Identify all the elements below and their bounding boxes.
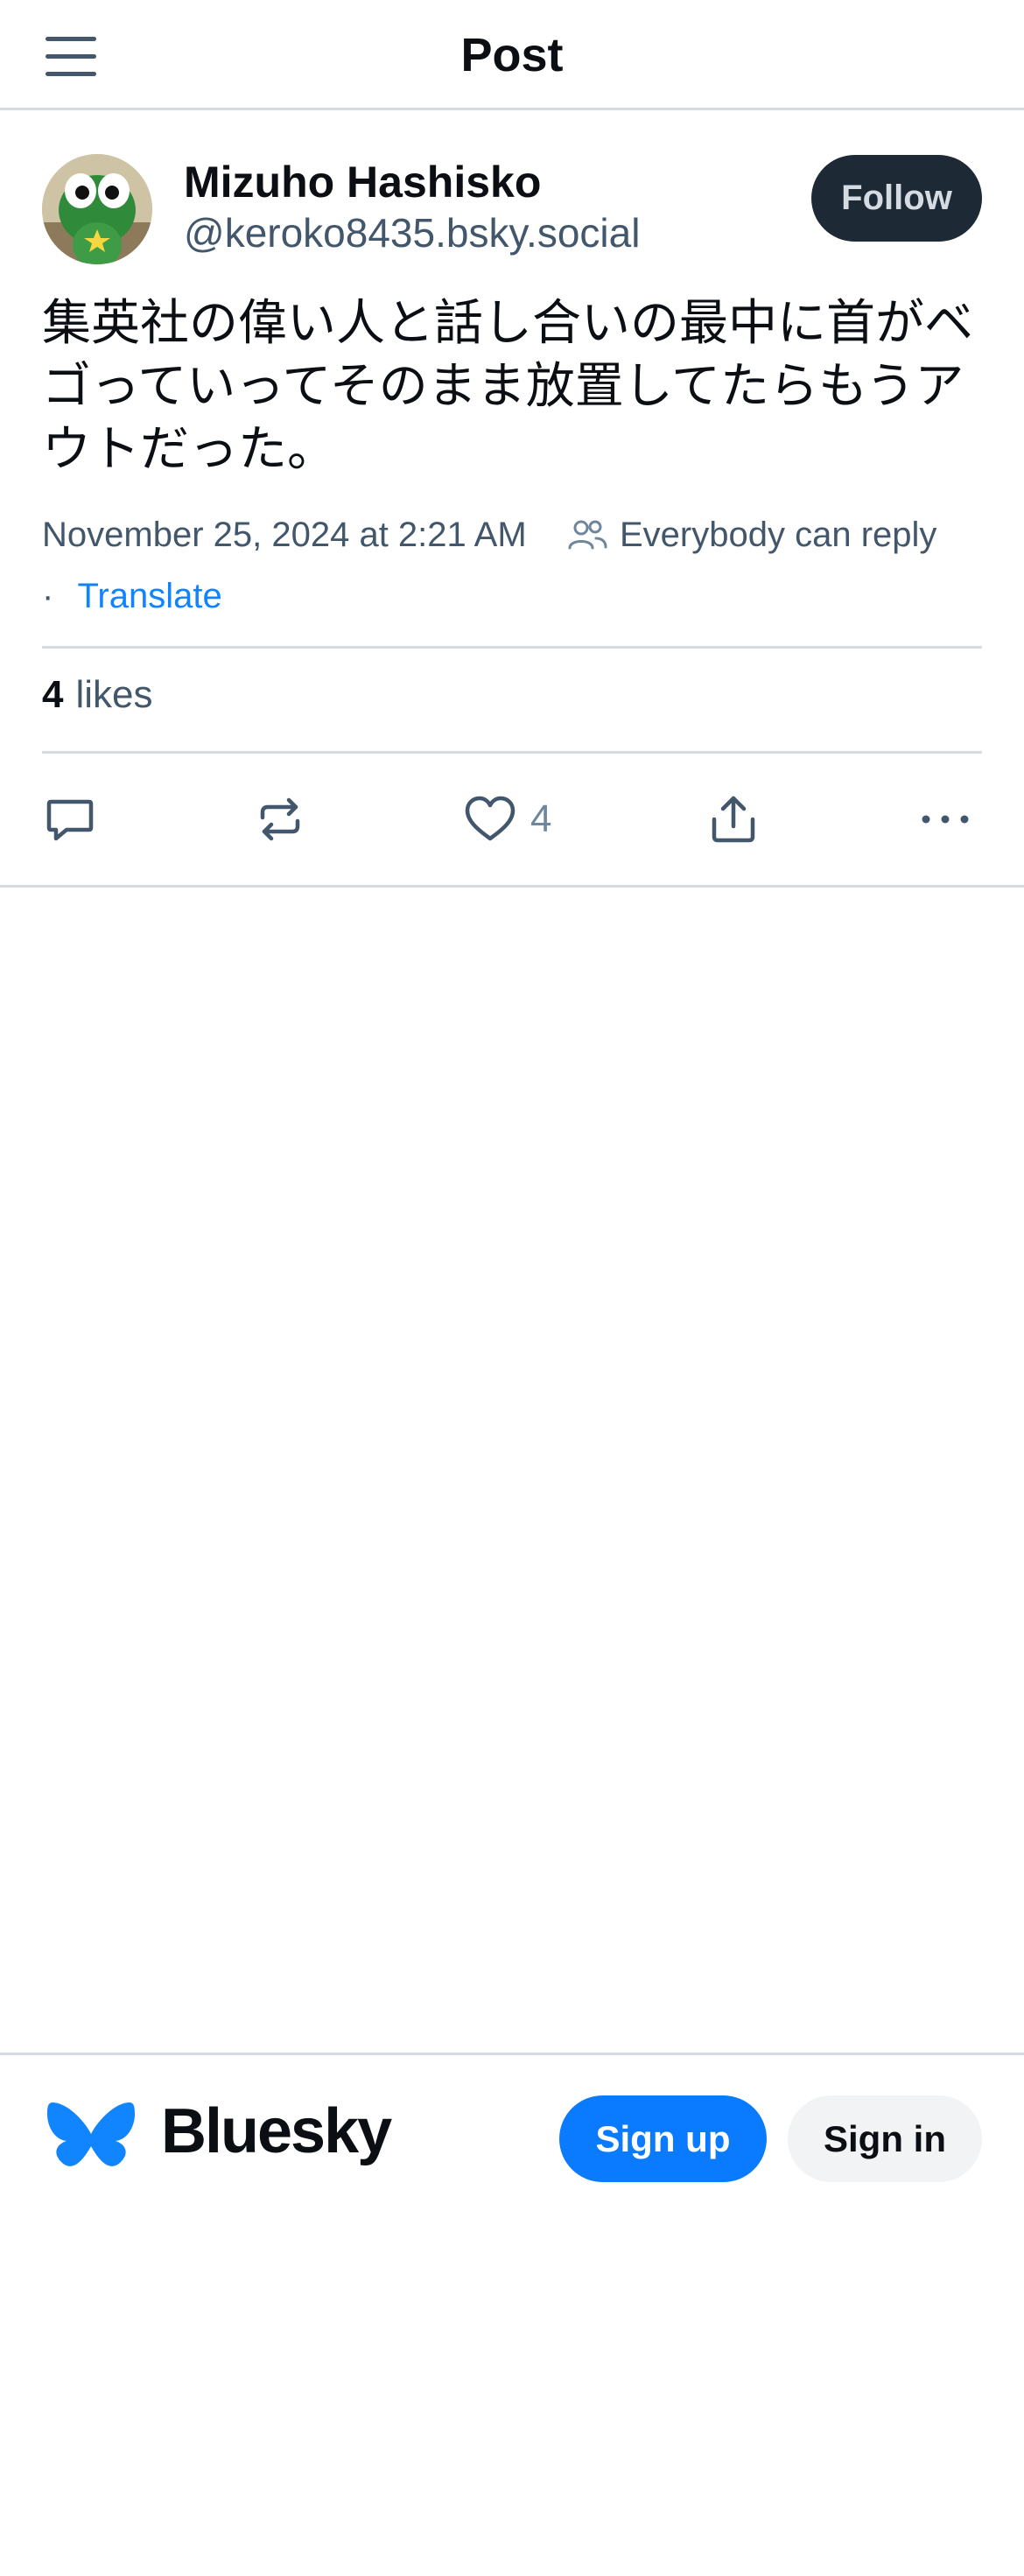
people-icon	[568, 520, 607, 550]
heart-icon	[465, 796, 516, 841]
share-button[interactable]	[705, 784, 761, 854]
share-icon	[712, 796, 755, 843]
repost-icon	[260, 797, 300, 841]
author-handle[interactable]: @keroko8435.bsky.social	[184, 208, 640, 257]
more-options-icon	[922, 815, 969, 824]
divider	[42, 751, 982, 754]
reply-setting[interactable]: Everybody can reply	[567, 513, 936, 557]
follow-button[interactable]: Follow	[811, 155, 982, 242]
repost-button[interactable]	[252, 784, 308, 854]
reply-button[interactable]	[42, 784, 98, 854]
like-button[interactable]: 4	[462, 784, 551, 854]
signup-footer: Bluesky Sign up Sign in	[0, 2053, 1024, 2193]
post-thread-item: Mizuho Hashisko @keroko8435.bsky.social …	[0, 110, 1024, 888]
separator-dot: ·	[42, 577, 54, 615]
likes-count-link[interactable]: 4 likes	[42, 670, 153, 719]
reply-icon	[46, 799, 94, 841]
translate-row: · Translate	[42, 574, 222, 618]
divider	[42, 646, 982, 649]
page-title: Post	[460, 29, 564, 81]
post-text: 集英社の偉い人と話し合いの最中に首がベゴっていってそのまま放置してたらもうアウト…	[42, 295, 973, 478]
more-options-button[interactable]	[917, 784, 973, 854]
top-bar: Post	[0, 0, 1024, 110]
translate-link[interactable]: Translate	[77, 577, 221, 615]
post-actions: 4	[42, 784, 982, 854]
post-timestamp[interactable]: November 25, 2024 at 2:21 AM	[42, 516, 527, 554]
bluesky-wordmark: Bluesky	[161, 2096, 392, 2166]
author-display-name[interactable]: Mizuho Hashisko	[184, 156, 541, 208]
reply-setting-label: Everybody can reply	[620, 516, 937, 554]
likes-count: 4	[42, 673, 64, 716]
bluesky-butterfly-icon	[47, 2102, 135, 2166]
avatar[interactable]	[42, 154, 152, 264]
like-count: 4	[530, 797, 552, 840]
sign-in-button[interactable]: Sign in	[788, 2095, 982, 2182]
avatar-image	[42, 154, 152, 264]
post-meta: November 25, 2024 at 2:21 AM Everybody c…	[42, 513, 987, 557]
sign-up-button[interactable]: Sign up	[559, 2095, 767, 2182]
likes-label: likes	[75, 673, 153, 716]
